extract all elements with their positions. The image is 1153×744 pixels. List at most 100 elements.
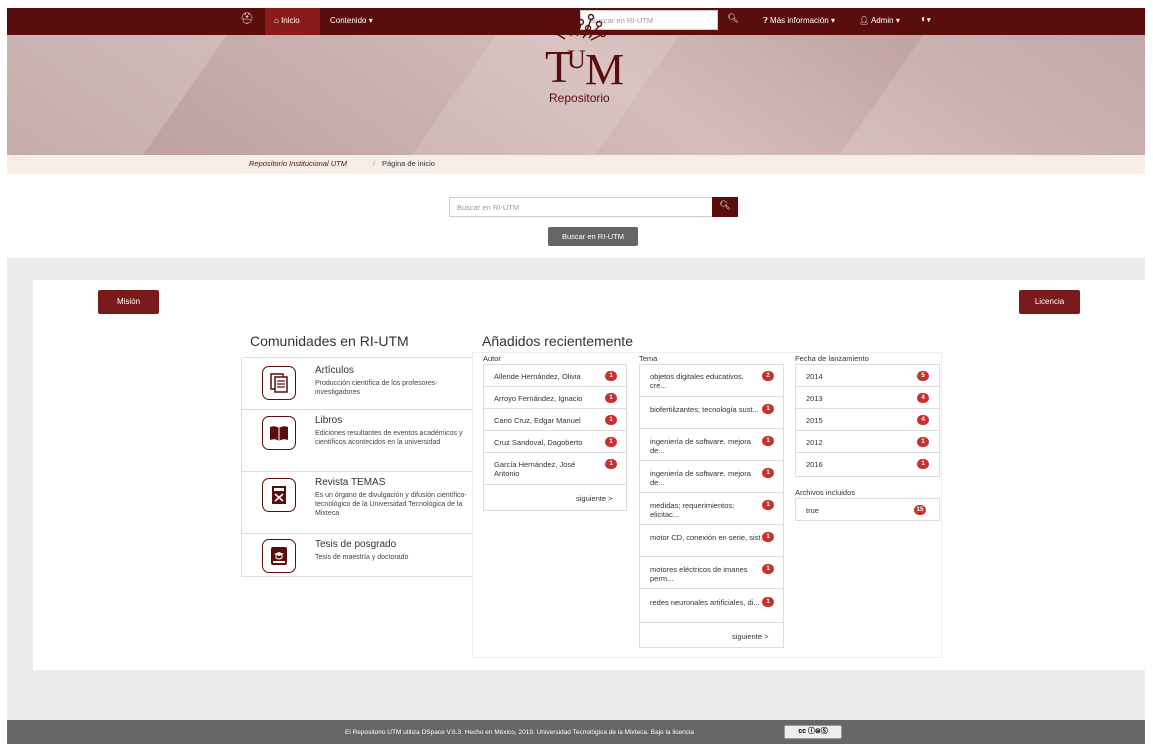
caret-down-icon: ▾ bbox=[368, 16, 373, 25]
facet-row-tema[interactable]: motor CD, conexión en serie, sist... 1 bbox=[640, 525, 783, 557]
tema-next-link[interactable]: siguiente > bbox=[732, 632, 769, 641]
facet-row-fecha[interactable]: 2012 1 bbox=[796, 431, 939, 453]
facet-text: ingeniería de software, mejora de... bbox=[650, 437, 751, 455]
facet-text: Cano Cruz, Edgar Manuel bbox=[494, 416, 581, 425]
search-section: Buscar en RI-UTM 🔍︎ Buscar en RI-UTM bbox=[7, 174, 1145, 258]
facet-text: 2012 bbox=[806, 438, 823, 447]
footer-text: El Repositorio UTM utiliza DSpace V.6.3.… bbox=[345, 729, 695, 736]
community-name[interactable]: Libros bbox=[315, 415, 342, 426]
facet-text: 2015 bbox=[806, 416, 823, 425]
caret-down-icon: ▾ bbox=[927, 17, 931, 24]
facet-row-tema[interactable]: motores eléctricos de imanes perm... 1 bbox=[640, 557, 783, 589]
facet-row-autor[interactable]: García Hernández, José Antonio 1 bbox=[484, 453, 626, 485]
open-book-icon bbox=[262, 416, 296, 450]
community-description: Producción científica de los profesores-… bbox=[315, 380, 438, 396]
count-badge: 2 bbox=[762, 371, 774, 381]
creative-commons-badge[interactable]: cc ⓘ⊜Ⓢ bbox=[784, 725, 842, 739]
fecha-label: Fecha de lanzamiento bbox=[795, 354, 869, 363]
more-info-label: Más información bbox=[770, 16, 829, 25]
count-badge: 1 bbox=[917, 437, 929, 447]
utm-logo-icon: T U M bbox=[545, 13, 624, 94]
autor-next-link[interactable]: siguiente > bbox=[576, 494, 613, 503]
nav-contenido-dropdown[interactable]: Contenido ▾ bbox=[330, 16, 373, 25]
facet-text: Allende Hernández, Olivia bbox=[494, 372, 581, 381]
question-circle-icon: ❓︎ bbox=[763, 16, 768, 25]
count-badge: 1 bbox=[605, 437, 617, 447]
facet-row-archivos[interactable]: true 15 bbox=[796, 499, 939, 520]
facet-row-autor[interactable]: Cano Cruz, Edgar Manuel 1 bbox=[484, 409, 626, 431]
count-badge: 15 bbox=[914, 505, 926, 515]
main-search-icon-button[interactable]: 🔍︎ bbox=[712, 197, 738, 217]
count-badge: 1 bbox=[762, 597, 774, 607]
count-badge: 1 bbox=[605, 371, 617, 381]
facet-row-fecha[interactable]: 2013 4 bbox=[796, 387, 939, 409]
facet-row-fecha[interactable]: 2015 4 bbox=[796, 409, 939, 431]
nav-inicio[interactable]: ⌂ Inicio bbox=[265, 8, 320, 35]
facet-text: redes neuronales artificiales, di... bbox=[650, 598, 760, 607]
facet-text: García Hernández, José Antonio bbox=[494, 460, 576, 478]
document-stack-icon bbox=[262, 366, 296, 400]
caret-down-icon: ▾ bbox=[895, 16, 900, 25]
archivos-label: Archivos incluidos bbox=[795, 488, 856, 497]
facet-row-fecha[interactable]: 2014 5 bbox=[796, 365, 939, 387]
breadcrumb: Repositorio Institucional UTM / Página d… bbox=[7, 155, 1145, 174]
community-item-tesis[interactable]: Tesis de posgrado Tesis de maestría y do… bbox=[242, 534, 476, 578]
search-icon: 🔍︎ bbox=[727, 13, 739, 23]
count-badge: 5 bbox=[917, 371, 929, 381]
language-dropdown[interactable]: ◐▾ bbox=[921, 14, 931, 25]
facet-text: 2014 bbox=[806, 372, 823, 381]
count-badge: 1 bbox=[762, 564, 774, 574]
main-search-submit-button[interactable]: Buscar en RI-UTM bbox=[548, 227, 638, 246]
facet-text: biofertilizantes; tecnología sust... bbox=[650, 405, 759, 414]
admin-label: Admin bbox=[870, 16, 894, 25]
footer: El Repositorio UTM utiliza DSpace V.6.3.… bbox=[7, 720, 1145, 744]
facet-text: true bbox=[806, 506, 819, 515]
community-description: Ediciones resultantes de eventos académi… bbox=[315, 430, 463, 446]
caret-down-icon: ▾ bbox=[830, 16, 835, 25]
facet-row-tema[interactable]: biofertilizantes; tecnología sust... 1 bbox=[640, 397, 783, 429]
tema-label: Tema bbox=[639, 354, 658, 363]
community-item-articulos[interactable]: Artículos Producción científica de los p… bbox=[242, 358, 476, 410]
community-description: Tesis de maestría y doctorado bbox=[315, 554, 409, 561]
facet-row-tema[interactable]: ingeniería de software, mejora de... 1 bbox=[640, 429, 783, 461]
facet-row-tema[interactable]: ingeniería de software, mejora de... 1 bbox=[640, 461, 783, 493]
facet-row-autor[interactable]: Arroyo Fernández, Ignacio 1 bbox=[484, 387, 626, 409]
community-name[interactable]: Tesis de posgrado bbox=[315, 539, 396, 550]
breadcrumb-separator: / bbox=[373, 159, 376, 168]
community-name[interactable]: Revista TEMAS bbox=[315, 477, 385, 488]
count-badge: 1 bbox=[605, 393, 617, 403]
home-icon: ⌂ bbox=[274, 16, 279, 25]
autor-facet-list: Allende Hernández, Olivia 1 Arroyo Ferná… bbox=[483, 364, 627, 511]
mision-button[interactable]: Misión bbox=[98, 290, 159, 314]
community-name[interactable]: Artículos bbox=[315, 365, 354, 376]
community-item-revista-temas[interactable]: Revista TEMAS Es un órgano de divulgació… bbox=[242, 472, 476, 534]
breadcrumb-home-link[interactable]: Repositorio Institucional UTM bbox=[249, 159, 347, 168]
facet-text: Cruz Sandoval, Dagoberto bbox=[494, 438, 583, 447]
licencia-button[interactable]: Licencia bbox=[1019, 290, 1080, 314]
site-logo-icon[interactable]: ⛑ bbox=[240, 12, 256, 26]
communities-list: Artículos Producción científica de los p… bbox=[241, 357, 477, 577]
facet-row-tema[interactable]: redes neuronales artificiales, di... 1 bbox=[640, 589, 783, 623]
graduation-book-icon bbox=[262, 539, 296, 573]
facet-row-tema[interactable]: medidas; requerimientos; elicitac... 1 bbox=[640, 493, 783, 525]
more-info-dropdown[interactable]: ❓︎ Más información ▾ bbox=[763, 16, 835, 26]
repository-logo[interactable]: T U M Repositorio bbox=[543, 12, 638, 112]
facet-row-tema[interactable]: objetos digitales educativos, cre... 2 bbox=[640, 365, 783, 397]
facet-row-fecha[interactable]: 2016 1 bbox=[796, 453, 939, 476]
facet-row-autor[interactable]: Allende Hernández, Olivia 1 bbox=[484, 365, 626, 387]
community-item-libros[interactable]: Libros Ediciones resultantes de eventos … bbox=[242, 410, 476, 472]
count-badge: 1 bbox=[917, 459, 929, 469]
search-icon: 🔍︎ bbox=[719, 200, 731, 210]
facet-text: 2013 bbox=[806, 394, 823, 403]
main-search-input[interactable]: Buscar en RI-UTM bbox=[449, 197, 713, 217]
breadcrumb-current: Página de inicio bbox=[382, 159, 435, 168]
admin-dropdown[interactable]: 👤︎ Admin ▾ bbox=[859, 16, 900, 25]
facet-text: 2016 bbox=[806, 460, 823, 469]
nav-contenido-label: Contenido bbox=[330, 16, 367, 25]
top-search-button[interactable]: 🔍︎ bbox=[720, 10, 746, 30]
magazine-icon bbox=[262, 478, 296, 512]
facet-row-autor[interactable]: Cruz Sandoval, Dagoberto 1 bbox=[484, 431, 626, 453]
facet-text: objetos digitales educativos, cre... bbox=[650, 372, 744, 390]
facet-text: medidas; requerimientos; elicitac... bbox=[650, 501, 735, 519]
count-badge: 4 bbox=[917, 393, 929, 403]
